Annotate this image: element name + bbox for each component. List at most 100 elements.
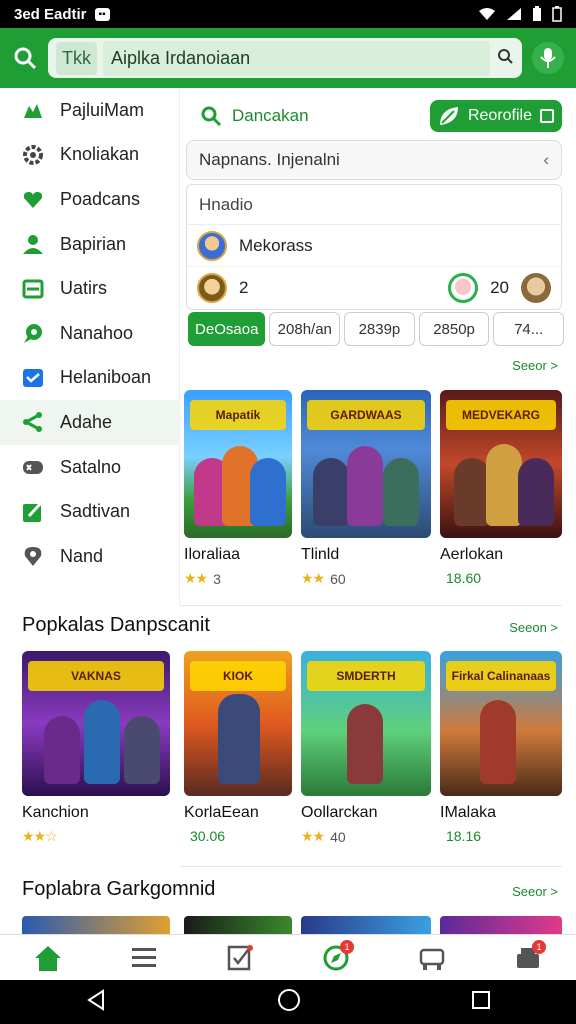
pill-4[interactable]: 74... xyxy=(493,312,564,346)
search-icon[interactable] xyxy=(12,45,38,71)
game-meta: ★★ 60 xyxy=(301,570,431,587)
sidebar-item-label: Nand xyxy=(60,545,104,566)
list-icon[interactable] xyxy=(124,938,164,978)
game-title: Kanchion xyxy=(22,804,89,821)
see-all-link[interactable]: Seeor > xyxy=(512,358,558,373)
home-icon[interactable] xyxy=(28,938,68,978)
game-logo: SMDERTH xyxy=(307,661,425,691)
notification-badge: 1 xyxy=(340,939,354,954)
sidebar-item-label: Sadtivan xyxy=(60,501,131,522)
store-icon[interactable] xyxy=(412,938,452,978)
list-item[interactable]: Mekorass xyxy=(187,225,561,267)
search-small-icon[interactable] xyxy=(496,47,514,70)
back-icon[interactable] xyxy=(85,988,107,1016)
game-card[interactable]: VAKNAS Kanchion ★★☆ xyxy=(22,651,170,845)
card-icon xyxy=(20,276,46,302)
sidebar-item-1[interactable]: Knoliakan xyxy=(0,133,179,178)
checklist-icon[interactable] xyxy=(220,938,260,978)
avatar xyxy=(197,230,227,261)
list-item[interactable]: 2 20 xyxy=(187,267,561,309)
sidebar-item-label: Poadcans xyxy=(60,188,141,209)
bottom-nav: 1 1 xyxy=(0,934,576,980)
game-value: 60 xyxy=(330,570,346,587)
game-card[interactable]: Mapatik Iloraliaa ★★ 3 xyxy=(184,390,292,587)
pill-2[interactable]: 2839p xyxy=(344,312,415,346)
battery-icon-2 xyxy=(552,6,562,22)
sidebar-item-8[interactable]: Satalno xyxy=(0,445,179,490)
edit-icon xyxy=(20,499,46,525)
sidebar-item-4[interactable]: Uatirs xyxy=(0,266,179,311)
game-thumbnail: SMDERTH xyxy=(301,651,431,796)
sidebar-item-9[interactable]: Sadtivan xyxy=(0,489,179,534)
puzzle-icon xyxy=(20,97,46,123)
sidebar-item-6[interactable]: Helaniboan xyxy=(0,356,179,401)
search-tab[interactable]: Tkk xyxy=(56,41,97,75)
sidebar-item-2[interactable]: Poadcans xyxy=(0,177,179,222)
top-bar: Tkk Aiplka Irdanoiaan xyxy=(0,28,576,88)
sidebar-item-label: Adahe xyxy=(60,411,113,432)
recents-icon[interactable] xyxy=(471,990,491,1015)
filter-pills: DeOsaoa 208h/an 2839p 2850p 74... xyxy=(188,312,564,346)
signal-icon xyxy=(507,8,521,20)
game-meta: ★★ 40 xyxy=(301,828,431,845)
avatar xyxy=(521,273,551,303)
filter-input[interactable]: Napnans. Injenalni ‹ xyxy=(186,140,562,180)
game-logo: KIOK xyxy=(190,661,286,691)
home-circle-icon[interactable] xyxy=(277,988,301,1017)
recent-button-label: Reorofile xyxy=(467,107,532,124)
gamepad-icon xyxy=(20,454,46,480)
sidebar-item-3[interactable]: Bapirian xyxy=(0,222,179,267)
game-thumbnail: Firkal Calinanaas xyxy=(440,651,562,796)
check-box-icon xyxy=(20,365,46,391)
game-title: Iloraliaa xyxy=(184,546,241,563)
sidebar-item-label: Uatirs xyxy=(60,278,108,299)
microphone-icon[interactable] xyxy=(532,42,564,74)
see-all-link[interactable]: Seeor > xyxy=(512,884,558,899)
game-card[interactable]: MEDVEKARG Aerlokan 18.60 xyxy=(440,390,562,586)
game-card[interactable]: SMDERTH Oollarckan ★★ 40 xyxy=(301,651,431,845)
game-title: Tlinld xyxy=(301,546,340,563)
chevron-left-icon[interactable]: ‹ xyxy=(543,150,549,170)
profile-icon[interactable]: 1 xyxy=(508,938,548,978)
game-value: 30.06 xyxy=(190,828,226,844)
sidebar-item-7[interactable]: Adahe xyxy=(0,400,179,445)
pill-1[interactable]: 208h/an xyxy=(269,312,341,346)
game-thumbnail[interactable] xyxy=(22,916,170,934)
game-meta: ★★☆ xyxy=(22,828,170,845)
see-all-link[interactable]: Seeon > xyxy=(509,620,558,635)
divider xyxy=(180,605,562,606)
game-thumbnail[interactable] xyxy=(440,916,562,934)
pill-0[interactable]: DeOsaoa xyxy=(188,312,266,346)
status-time: 3ed Eadtir xyxy=(14,5,87,23)
search-bar[interactable]: Tkk Aiplka Irdanoiaan xyxy=(48,38,522,78)
game-logo: MEDVEKARG xyxy=(446,400,556,430)
recent-button[interactable]: Reorofile xyxy=(429,100,562,132)
search-input[interactable]: Aiplka Irdanoiaan xyxy=(103,40,490,76)
game-thumbnail[interactable] xyxy=(301,916,431,934)
game-card[interactable]: KIOK KorlaEean 30.06 xyxy=(184,651,292,844)
sidebar-item-5[interactable]: Nanahoo xyxy=(0,311,179,356)
sidebar-item-10[interactable]: Nand xyxy=(0,534,179,579)
game-title: Oollarckan xyxy=(301,804,378,821)
sidebar-item-0[interactable]: PajluiMam xyxy=(0,88,179,133)
battery-icon xyxy=(533,6,541,21)
share-icon xyxy=(20,409,46,435)
game-logo: Firkal Calinanaas xyxy=(446,661,556,691)
rating-stars: ★★ xyxy=(301,570,325,586)
status-bar: 3ed Eadtir ▪▪ xyxy=(0,0,576,28)
game-thumbnail: VAKNAS xyxy=(22,651,170,796)
game-card[interactable]: Firkal Calinanaas IMalaka 18.16 xyxy=(440,651,562,844)
pill-3[interactable]: 2850p xyxy=(418,312,490,346)
game-title: IMalaka xyxy=(440,804,497,821)
game-meta: ★★ 3 xyxy=(184,570,292,587)
filter-input-value: Napnans. Injenalni xyxy=(199,150,340,169)
game-thumbnail[interactable] xyxy=(184,916,292,934)
compass-icon[interactable]: 1 xyxy=(316,938,356,978)
game-card[interactable]: GARDWAAS Tlinld ★★ 60 xyxy=(301,390,431,587)
sidebar-item-label: PajluiMam xyxy=(60,99,145,120)
magnifier-icon xyxy=(201,106,222,127)
game-meta: 18.60 xyxy=(440,570,562,586)
game-value: 40 xyxy=(330,828,346,845)
sidebar-item-label: Satalno xyxy=(60,456,122,477)
browse-label: Dancakan xyxy=(232,106,309,125)
